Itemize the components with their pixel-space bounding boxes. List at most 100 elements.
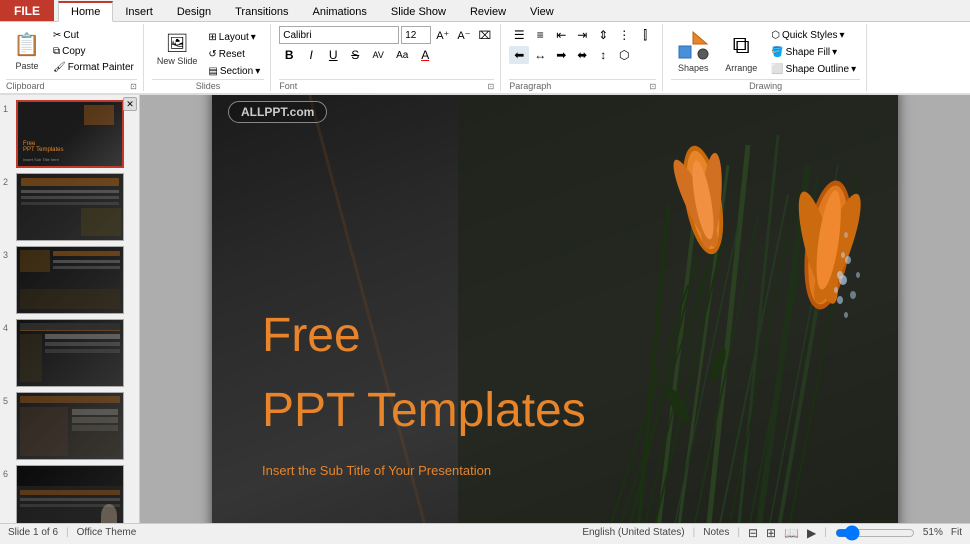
layout-dropdown-icon: ▾ [251, 32, 256, 43]
slide-count: Slide 1 of 6 [8, 527, 58, 538]
view-normal-button[interactable]: ⊟ [748, 526, 758, 540]
reset-button[interactable]: ↺ Reset [204, 47, 264, 62]
notes-button[interactable]: Notes [703, 527, 729, 538]
arrange-button[interactable]: ⧉ Arrange [719, 26, 763, 76]
text-direction-button[interactable]: ⇕ [593, 26, 613, 44]
fit-button[interactable]: Fit [951, 527, 962, 538]
slide-thumb-4[interactable]: 4 [2, 318, 137, 388]
paste-icon: 📋 [11, 29, 43, 61]
format-painter-button[interactable]: 🖌 Format Painter [50, 60, 137, 75]
tab-transitions[interactable]: Transitions [223, 3, 300, 21]
slide-subtitle: Insert the Sub Title of Your Presentatio… [262, 463, 491, 478]
tab-design[interactable]: Design [165, 3, 223, 21]
new-slide-button[interactable]: 🖼 New Slide [152, 26, 203, 70]
panel-close-button[interactable]: ✕ [123, 97, 137, 111]
font-color-button[interactable]: A [415, 46, 435, 64]
font-label: Font ⊡ [279, 79, 494, 91]
change-case-button[interactable]: Aa [391, 46, 413, 64]
shapes-icon [676, 29, 710, 63]
tab-home[interactable]: Home [58, 1, 113, 22]
shape-outline-button[interactable]: ⬜ Shape Outline ▾ [767, 62, 860, 77]
slide-num-2: 2 [3, 173, 13, 187]
slide-thumb-5[interactable]: 5 [2, 391, 137, 461]
slides-panel: ✕ 1 FreePPT Templates Insert Sub Title h… [0, 95, 140, 523]
language-info: English (United States) [582, 527, 684, 538]
ribbon-group-paragraph: ☰ ≡ ⇤ ⇥ ⇕ ⋮ ⫿ ⬅ ↔ ➡ ⬌ ↕ ⬡ Paragraph ⊡ [503, 24, 663, 91]
underline-button[interactable]: U [323, 46, 343, 64]
smart-art-button[interactable]: ⬡ [614, 46, 634, 64]
status-bar: Slide 1 of 6 | Office Theme English (Uni… [0, 523, 970, 541]
slide-thumb-6[interactable]: 6 [2, 464, 137, 523]
slide-title-line1: Free [262, 310, 361, 363]
font-size-input[interactable] [401, 26, 431, 44]
flower-decoration [458, 95, 898, 523]
view-slideshow-button[interactable]: ▶ [807, 526, 816, 540]
slide-num-6: 6 [3, 465, 13, 479]
shape-outline-dropdown-icon: ▾ [851, 64, 856, 75]
ribbon-group-font: A⁺ A⁻ ⌧ B I U S AV Aa A Font ⊡ [273, 24, 501, 91]
shapes-button[interactable]: Shapes [671, 26, 715, 76]
slide-title-line2: PPT Templates [262, 385, 586, 438]
tab-insert[interactable]: Insert [113, 3, 165, 21]
justify-button[interactable]: ⬌ [572, 46, 592, 64]
numbering-button[interactable]: ≡ [530, 26, 550, 44]
layout-button[interactable]: ⊞ Layout ▾ [204, 30, 264, 45]
bold-button[interactable]: B [279, 46, 299, 64]
clipboard-expand-icon[interactable]: ⊡ [130, 82, 137, 91]
copy-icon: ⧉ [53, 46, 60, 57]
shape-fill-dropdown-icon: ▾ [832, 47, 837, 58]
tab-review[interactable]: Review [458, 3, 518, 21]
align-left-button[interactable]: ⬅ [509, 46, 529, 64]
slide-num-3: 3 [3, 246, 13, 260]
cut-button[interactable]: ✂ Cut [50, 28, 137, 43]
decrease-font-button[interactable]: A⁻ [454, 27, 473, 44]
cut-icon: ✂ [53, 30, 61, 41]
strikethrough-button[interactable]: S [345, 46, 365, 64]
ribbon-group-clipboard: 📋 Paste ✂ Cut ⧉ Copy 🖌 Format Painter C [4, 24, 144, 91]
increase-indent-button[interactable]: ⇥ [572, 26, 592, 44]
section-icon: ▤ [208, 66, 217, 77]
bullets-button[interactable]: ☰ [509, 26, 529, 44]
shape-fill-button[interactable]: 🪣 Shape Fill ▾ [767, 45, 860, 60]
char-spacing-button[interactable]: AV [367, 46, 389, 64]
copy-button[interactable]: ⧉ Copy [50, 44, 137, 59]
section-button[interactable]: ▤ Section ▾ [204, 64, 264, 79]
ribbon-group-slides: 🖼 New Slide ⊞ Layout ▾ ↺ Reset ▤ Section… [146, 24, 271, 91]
quick-styles-button[interactable]: ⬡ Quick Styles ▾ [767, 28, 860, 43]
slide-num-5: 5 [3, 392, 13, 406]
paste-button[interactable]: 📋 Paste [6, 26, 48, 74]
slide-canvas[interactable]: ALLPPT.com Free PPT Templates Insert the… [212, 95, 898, 523]
ribbon-group-drawing: Shapes ⧉ Arrange ⬡ Quick Styles ▾ 🪣 Shap… [665, 24, 867, 91]
slide-num-1: 1 [3, 100, 13, 114]
italic-button[interactable]: I [301, 46, 321, 64]
slide-num-4: 4 [3, 319, 13, 333]
slide-canvas-area: ALLPPT.com Free PPT Templates Insert the… [140, 95, 970, 523]
align-center-button[interactable]: ↔ [530, 46, 550, 64]
zoom-level: 51% [923, 527, 943, 538]
decrease-indent-button[interactable]: ⇤ [551, 26, 571, 44]
slide-watermark: ALLPPT.com [228, 101, 327, 123]
font-name-input[interactable] [279, 26, 399, 44]
view-sorter-button[interactable]: ⊞ [766, 526, 776, 540]
zoom-slider[interactable] [835, 528, 915, 538]
theme-name: Office Theme [77, 527, 137, 538]
align-text-button[interactable]: ⋮ [614, 26, 634, 44]
reset-icon: ↺ [208, 49, 216, 60]
file-tab[interactable]: FILE [0, 0, 54, 21]
slide-thumb-2[interactable]: 2 [2, 172, 137, 242]
slide-thumb-1[interactable]: 1 FreePPT Templates Insert Sub Title her… [2, 99, 137, 169]
line-spacing-button[interactable]: ↕ [593, 46, 613, 64]
tab-view[interactable]: View [518, 3, 566, 21]
align-right-button[interactable]: ➡ [551, 46, 571, 64]
format-painter-icon: 🖌 [53, 62, 66, 73]
clear-format-button[interactable]: ⌧ [476, 27, 495, 44]
slide-thumb-3[interactable]: 3 [2, 245, 137, 315]
paragraph-expand-icon[interactable]: ⊡ [650, 82, 657, 91]
tab-animations[interactable]: Animations [301, 3, 379, 21]
view-reading-button[interactable]: 📖 [784, 526, 799, 540]
arrange-icon: ⧉ [724, 29, 758, 63]
columns-button[interactable]: ⫿ [635, 26, 655, 44]
increase-font-button[interactable]: A⁺ [433, 27, 452, 44]
font-expand-icon[interactable]: ⊡ [488, 82, 495, 91]
tab-slideshow[interactable]: Slide Show [379, 3, 458, 21]
